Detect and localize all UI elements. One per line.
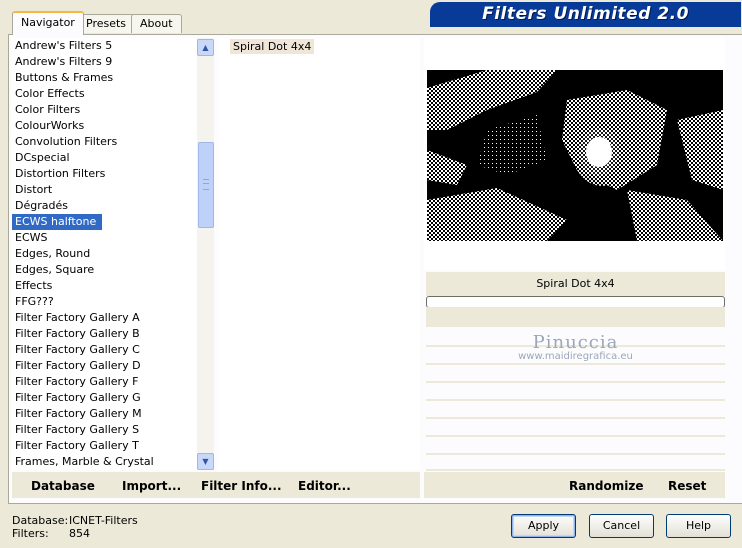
parameter-slider[interactable] <box>426 455 725 471</box>
parameter-slider[interactable] <box>426 365 725 383</box>
app-title: Filters Unlimited 2.0 <box>482 4 689 24</box>
category-row[interactable]: Filter Factory Gallery A <box>12 310 198 326</box>
database-value: ICNET-Filters <box>69 514 138 527</box>
status-filters: Filters: 854 <box>12 527 90 540</box>
category-item[interactable]: Filter Factory Gallery D <box>12 358 198 374</box>
left-action-bar: Database Import... Filter Info... Editor… <box>12 472 420 498</box>
category-row[interactable]: Filter Factory Gallery S <box>12 422 198 438</box>
category-row[interactable]: ColourWorks <box>12 118 198 134</box>
category-item[interactable]: Frames, Marble & Crystal <box>12 454 198 470</box>
category-item[interactable]: Effects <box>12 278 198 294</box>
parameter-slider[interactable] <box>426 401 725 419</box>
database-button[interactable]: Database <box>31 479 95 493</box>
parameter-slider[interactable] <box>426 419 725 437</box>
category-list[interactable]: Andrew's Filters 5 Andrew's Filters 9 Butt… <box>12 38 198 470</box>
preview-image <box>427 70 723 241</box>
watermark-name: Pinuccia <box>532 332 619 353</box>
filter-item[interactable]: Spiral Dot 4x4 <box>230 39 315 54</box>
category-item[interactable]: Dégradés <box>12 198 198 214</box>
cancel-button[interactable]: Cancel <box>589 514 654 538</box>
category-row[interactable]: Filter Factory Gallery M <box>12 406 198 422</box>
category-item[interactable]: Filter Factory Gallery T <box>12 438 198 454</box>
tab-about[interactable]: About <box>131 14 182 33</box>
category-row[interactable]: ECWS halftone <box>12 214 198 230</box>
grip-icon <box>203 179 209 190</box>
category-row[interactable]: Dégradés <box>12 198 198 214</box>
parameter-slider[interactable] <box>426 437 725 455</box>
scrollbar-thumb[interactable] <box>198 142 214 228</box>
status-database: Database: ICNET-Filters <box>12 514 138 527</box>
category-scrollbar[interactable]: ▲ ▼ <box>197 38 214 470</box>
category-row[interactable]: Color Effects <box>12 86 198 102</box>
category-item[interactable]: Filter Factory Gallery A <box>12 310 198 326</box>
category-row[interactable]: Andrew's Filters 9 <box>12 54 198 70</box>
category-item[interactable]: Filter Factory Gallery F <box>12 374 198 390</box>
category-row[interactable]: FFG??? <box>12 294 198 310</box>
category-item[interactable]: Convolution Filters <box>12 134 198 150</box>
filter-list[interactable]: Spiral Dot 4x4 <box>218 38 420 470</box>
scroll-up-button[interactable]: ▲ <box>197 39 214 56</box>
reset-button[interactable]: Reset <box>668 479 706 493</box>
tab-navigator[interactable]: Navigator <box>12 11 84 35</box>
category-item[interactable]: Edges, Round <box>12 246 198 262</box>
category-row[interactable]: Filter Factory Gallery G <box>12 390 198 406</box>
apply-button[interactable]: Apply <box>511 514 576 538</box>
editor-button[interactable]: Editor... <box>298 479 351 493</box>
category-item[interactable]: FFG??? <box>12 294 198 310</box>
category-item[interactable]: ECWS <box>12 230 198 246</box>
parameter-area <box>426 307 725 327</box>
category-row[interactable]: Andrew's Filters 5 <box>12 38 198 54</box>
category-item[interactable]: Andrew's Filters 9 <box>12 54 198 70</box>
category-row[interactable]: Filter Factory Gallery T <box>12 438 198 454</box>
category-row[interactable]: Filter Factory Gallery B <box>12 326 198 342</box>
category-row[interactable]: Edges, Square <box>12 262 198 278</box>
category-row[interactable]: Buttons & Frames <box>12 70 198 86</box>
filters-count: 854 <box>69 527 90 540</box>
category-row[interactable]: Convolution Filters <box>12 134 198 150</box>
category-row[interactable]: Edges, Round <box>12 246 198 262</box>
help-button[interactable]: Help <box>666 514 731 538</box>
category-row[interactable]: Effects <box>12 278 198 294</box>
category-row[interactable]: DCspecial <box>12 150 198 166</box>
filters-label: Filters: <box>12 527 49 540</box>
category-item[interactable]: Filter Factory Gallery S <box>12 422 198 438</box>
category-item[interactable]: ColourWorks <box>12 118 198 134</box>
category-item[interactable]: Filter Factory Gallery M <box>12 406 198 422</box>
app-title-banner: Filters Unlimited 2.0 <box>430 2 741 27</box>
category-row[interactable]: Filter Factory Gallery C <box>12 342 198 358</box>
category-item[interactable]: Filter Factory Gallery G <box>12 390 198 406</box>
category-item[interactable]: Edges, Square <box>12 262 198 278</box>
parameter-slider[interactable] <box>426 383 725 401</box>
randomize-button[interactable]: Randomize <box>569 479 643 493</box>
category-item[interactable]: DCspecial <box>12 150 198 166</box>
scroll-down-button[interactable]: ▼ <box>197 453 214 470</box>
tab-presets[interactable]: Presets <box>77 14 136 33</box>
category-row[interactable]: Filter Factory Gallery D <box>12 358 198 374</box>
category-item[interactable]: Color Effects <box>12 86 198 102</box>
category-item[interactable]: Color Filters <box>12 102 198 118</box>
database-label: Database: <box>12 514 69 527</box>
category-row[interactable]: Color Filters <box>12 102 198 118</box>
category-item[interactable]: ECWS halftone <box>12 214 103 230</box>
import-button[interactable]: Import... <box>122 479 181 493</box>
filter-info-button[interactable]: Filter Info... <box>201 479 282 493</box>
category-item[interactable]: Filter Factory Gallery B <box>12 326 198 342</box>
category-item[interactable]: Filter Factory Gallery C <box>12 342 198 358</box>
category-item[interactable]: Buttons & Frames <box>12 70 198 86</box>
category-row[interactable]: Distortion Filters <box>12 166 198 182</box>
chevron-down-icon: ▼ <box>202 457 209 466</box>
watermark-site: www.maidiregrafica.eu <box>518 351 633 362</box>
category-row[interactable]: Distort <box>12 182 198 198</box>
selected-filter-name: Spiral Dot 4x4 <box>426 272 725 296</box>
chevron-up-icon: ▲ <box>202 43 209 52</box>
category-item[interactable]: Andrew's Filters 5 <box>12 38 198 54</box>
category-row[interactable]: ECWS <box>12 230 198 246</box>
category-row[interactable]: Frames, Marble & Crystal <box>12 454 198 470</box>
category-row[interactable]: Filter Factory Gallery F <box>12 374 198 390</box>
category-item[interactable]: Distort <box>12 182 198 198</box>
watermark: Pinuccia www.maidiregrafica.eu <box>426 332 725 362</box>
category-item[interactable]: Distortion Filters <box>12 166 198 182</box>
right-action-bar: Randomize Reset <box>424 472 725 498</box>
